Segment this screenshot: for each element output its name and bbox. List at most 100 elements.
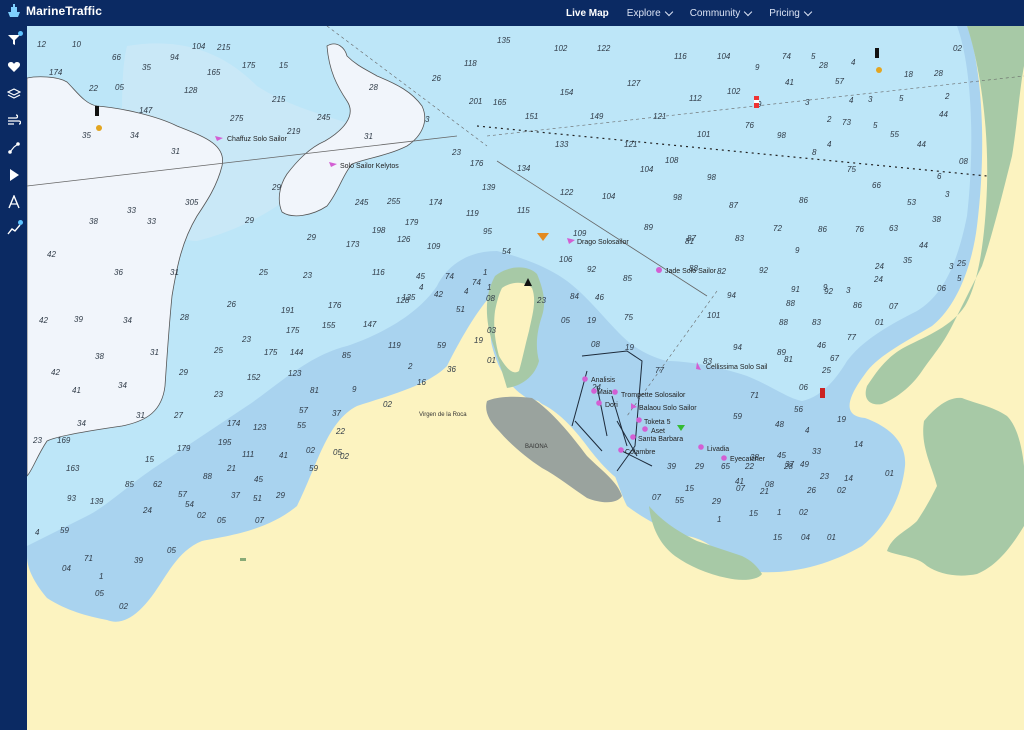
depth-sounding: 29 xyxy=(178,368,188,377)
depth-sounding: 119 xyxy=(466,209,479,218)
depth-sounding: 59 xyxy=(309,464,318,473)
vessel-drago[interactable]: Drago Solosailor xyxy=(567,238,629,246)
depth-sounding: 15 xyxy=(773,533,782,542)
depth-sounding: 92 xyxy=(587,265,596,274)
depth-sounding: 29 xyxy=(711,497,721,506)
vessel-jade[interactable]: Jade Solo Sailor xyxy=(656,267,717,275)
depth-sounding: 72 xyxy=(773,224,782,233)
depth-sounding: 34 xyxy=(123,316,132,325)
layers-icon xyxy=(6,87,21,99)
depth-sounding: 56 xyxy=(794,405,803,414)
nav-explore[interactable]: Explore xyxy=(627,7,673,19)
depth-sounding: 174 xyxy=(429,198,443,207)
layers-button[interactable] xyxy=(0,80,27,107)
depth-sounding: 83 xyxy=(735,234,744,243)
depth-sounding: 23 xyxy=(536,296,546,305)
ship-logo-icon xyxy=(8,4,20,17)
depth-sounding: 44 xyxy=(939,110,948,119)
filters-button[interactable] xyxy=(0,26,27,53)
depth-sounding: 4 xyxy=(851,58,856,67)
depth-sounding: 147 xyxy=(363,320,377,329)
depth-sounding: 116 xyxy=(372,268,385,277)
depth-sounding: 12 xyxy=(37,40,46,49)
depth-sounding: 29 xyxy=(271,183,281,192)
depth-sounding: 46 xyxy=(595,293,604,302)
depth-sounding: 1 xyxy=(717,515,721,524)
nav-community[interactable]: Community xyxy=(690,7,753,19)
my-fleets-button[interactable] xyxy=(0,53,27,80)
depth-sounding: 91 xyxy=(791,285,800,294)
depth-sounding: 87 xyxy=(729,201,738,210)
depth-sounding: 128 xyxy=(396,296,410,305)
depth-sounding: 02 xyxy=(340,452,349,461)
depth-sounding: 92 xyxy=(824,287,833,296)
playback-button[interactable] xyxy=(0,161,27,188)
depth-sounding: 19 xyxy=(625,343,634,352)
depth-sounding: 98 xyxy=(707,173,716,182)
depth-sounding: 02 xyxy=(119,602,128,611)
depth-sounding: 3 xyxy=(805,98,810,107)
depth-sounding: 01 xyxy=(487,356,496,365)
depth-sounding: 01 xyxy=(885,469,894,478)
depth-sounding: 104 xyxy=(602,192,616,201)
depth-sounding: 127 xyxy=(627,79,641,88)
depth-sounding: 98 xyxy=(673,193,682,202)
chevron-down-icon xyxy=(744,7,753,16)
depth-sounding: 16 xyxy=(417,378,426,387)
nav-pricing[interactable]: Pricing xyxy=(769,7,813,19)
nautical-chart-map[interactable]: 12 10 94 104 215 175 15 165 66 35 174 05 22 128 215 147… xyxy=(27,26,1024,730)
depth-sounding: 05 xyxy=(115,83,124,92)
depth-sounding: 45 xyxy=(416,272,425,281)
depth-sounding: 25 xyxy=(258,268,268,277)
measure-distance-button[interactable] xyxy=(0,188,27,215)
vessel-kelytos[interactable]: Solo Sailor Kelytos xyxy=(329,162,399,170)
density-maps-button[interactable] xyxy=(0,215,27,242)
density-new-badge xyxy=(18,220,23,225)
route-planner-button[interactable] xyxy=(0,134,27,161)
depth-sounding: 36 xyxy=(114,268,123,277)
depth-sounding: 76 xyxy=(745,121,754,130)
depth-sounding: 02 xyxy=(383,400,392,409)
depth-sounding: 71 xyxy=(750,391,759,400)
depth-sounding: 1 xyxy=(99,572,103,581)
depth-sounding: 05 xyxy=(561,316,570,325)
depth-sounding: 26 xyxy=(226,300,236,309)
weather-button[interactable] xyxy=(0,107,27,134)
depth-sounding: 37 xyxy=(231,491,240,500)
depth-sounding: 174 xyxy=(227,419,241,428)
depth-sounding: 76 xyxy=(855,225,864,234)
depth-sounding: 191 xyxy=(281,306,294,315)
depth-sounding: 73 xyxy=(842,118,851,127)
depth-sounding: 116 xyxy=(674,52,687,61)
depth-sounding: 25 xyxy=(821,366,831,375)
depth-sounding: 84 xyxy=(570,292,579,301)
depth-sounding: 28 xyxy=(179,313,189,322)
depth-sounding: 21 xyxy=(759,487,769,496)
depth-sounding: 88 xyxy=(203,472,212,481)
depth-sounding: 06 xyxy=(799,383,808,392)
depth-sounding: 94 xyxy=(170,53,179,62)
depth-sounding: 4 xyxy=(849,96,854,105)
vessel-label: Chaffuz Solo Sailor xyxy=(227,136,287,143)
depth-sounding: 122 xyxy=(560,188,574,197)
depth-sounding: 108 xyxy=(665,156,679,165)
depth-sounding: 175 xyxy=(242,61,256,70)
brand-logo[interactable]: MarineTraffic xyxy=(6,4,102,18)
depth-sounding: 23 xyxy=(213,390,223,399)
depth-sounding: 126 xyxy=(397,235,411,244)
route-planner-icon xyxy=(7,141,20,154)
nav-live-map[interactable]: Live Map xyxy=(566,8,609,19)
depth-sounding: 175 xyxy=(264,348,278,357)
depth-sounding: 66 xyxy=(112,53,121,62)
nav-live-map-label: Live Map xyxy=(566,7,609,19)
depth-sounding: 05 xyxy=(167,546,176,555)
vessel-cellissima[interactable]: Cellissima Solo Sail xyxy=(696,362,768,371)
depth-sounding: 245 xyxy=(354,198,369,207)
vessel-label: Analisis xyxy=(591,377,616,384)
depth-sounding: 1 xyxy=(487,283,491,292)
vessel-santa-barbara[interactable]: Santa Barbara xyxy=(630,434,683,443)
vessel-balaou[interactable]: Balaou Solo Sailor xyxy=(631,403,697,412)
depth-sounding: 9 xyxy=(755,63,760,72)
depth-sounding: 15 xyxy=(279,61,288,70)
depth-sounding: 118 xyxy=(464,59,477,68)
